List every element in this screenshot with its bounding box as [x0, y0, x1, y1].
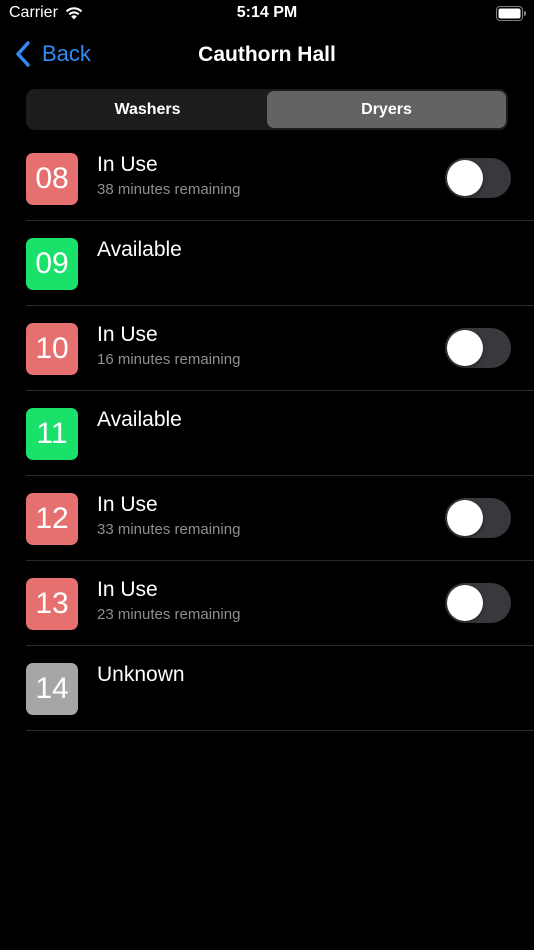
battery-icon	[496, 6, 526, 21]
machine-number-badge: 14	[26, 663, 78, 715]
machine-status: Unknown	[97, 663, 185, 686]
machine-status: In Use	[97, 578, 158, 601]
machine-type-segmented-control: Washers Dryers	[26, 89, 508, 130]
machine-status: Available	[97, 238, 182, 261]
machine-number-badge: 13	[26, 578, 78, 630]
time-remaining: 23 minutes remaining	[97, 606, 241, 623]
notify-toggle[interactable]	[445, 158, 511, 198]
time-remaining: 38 minutes remaining	[97, 181, 241, 198]
toggle-knob	[447, 500, 483, 536]
toggle-knob	[447, 585, 483, 621]
list-item-machine-14[interactable]: 14 Unknown	[0, 646, 534, 731]
time-remaining: 16 minutes remaining	[97, 351, 241, 368]
machine-status: In Use	[97, 323, 158, 346]
list-item-machine-09[interactable]: 09 Available	[0, 221, 534, 306]
toggle-knob	[447, 330, 483, 366]
status-bar: Carrier 5:14 PM	[0, 0, 534, 30]
segment-washers[interactable]: Washers	[28, 91, 267, 128]
list-item-machine-11[interactable]: 11 Available	[0, 391, 534, 476]
toggle-knob	[447, 160, 483, 196]
time-remaining: 33 minutes remaining	[97, 521, 241, 538]
machine-number-badge: 11	[26, 408, 78, 460]
machine-list: 08 In Use 38 minutes remaining 09 Availa…	[0, 136, 534, 731]
notify-toggle[interactable]	[445, 328, 511, 368]
machine-number-badge: 10	[26, 323, 78, 375]
machine-status: In Use	[97, 493, 158, 516]
status-time: 5:14 PM	[236, 4, 298, 21]
notify-toggle[interactable]	[445, 498, 511, 538]
navigation-bar: Back Cauthorn Hall	[0, 34, 534, 78]
list-item-machine-08[interactable]: 08 In Use 38 minutes remaining	[0, 136, 534, 221]
segment-dryers[interactable]: Dryers	[267, 91, 506, 128]
list-item-machine-13[interactable]: 13 In Use 23 minutes remaining	[0, 561, 534, 646]
list-item-machine-10[interactable]: 10 In Use 16 minutes remaining	[0, 306, 534, 391]
machine-status: In Use	[97, 153, 158, 176]
page-title: Cauthorn Hall	[198, 43, 336, 66]
list-item-machine-12[interactable]: 12 In Use 33 minutes remaining	[0, 476, 534, 561]
notify-toggle[interactable]	[445, 583, 511, 623]
machine-status: Available	[97, 408, 182, 431]
machine-number-badge: 09	[26, 238, 78, 290]
machine-number-badge: 08	[26, 153, 78, 205]
machine-number-badge: 12	[26, 493, 78, 545]
